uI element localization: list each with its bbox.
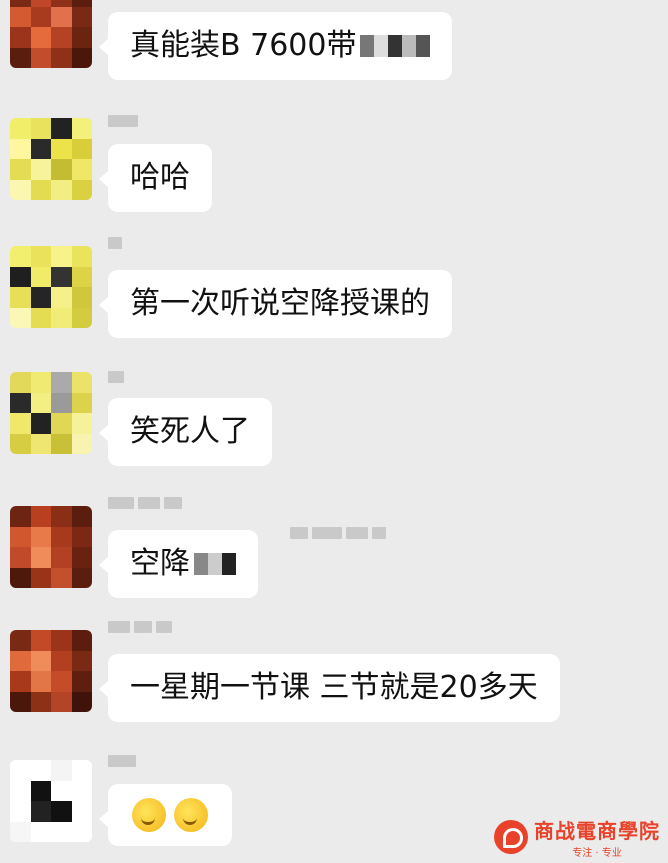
watermark-text: 商战電商學院 专注 · 专业 <box>534 815 660 859</box>
message-text: 一星期一节课 三节就是20多天 <box>130 670 538 705</box>
message-bubble[interactable]: 一星期一节课 三节就是20多天 <box>99 654 560 722</box>
sender-name-redacted <box>108 620 172 634</box>
sender-name-redacted <box>108 236 122 250</box>
smirk-emoji-icon <box>132 798 166 832</box>
message-bubble[interactable]: 空降 <box>99 530 258 598</box>
message-bubble[interactable]: 真能装B 7600带 <box>98 12 453 80</box>
message-text: 空降 <box>130 546 190 581</box>
smirk-emoji-icon <box>174 798 208 832</box>
avatar[interactable] <box>10 760 92 842</box>
avatar[interactable] <box>10 0 92 68</box>
sender-name-redacted <box>108 754 136 768</box>
avatar[interactable] <box>10 118 92 200</box>
avatar[interactable] <box>10 372 92 454</box>
message-bubble[interactable] <box>99 784 232 846</box>
brand-logo-icon <box>494 820 528 854</box>
redaction-mosaic <box>360 35 431 57</box>
message-text: 笑死人了 <box>130 414 250 449</box>
message-bubble[interactable]: 哈哈 <box>99 144 212 212</box>
watermark-logo: 商战電商學院 专注 · 专业 <box>494 815 660 859</box>
message-bubble[interactable]: 笑死人了 <box>99 398 272 466</box>
avatar[interactable] <box>10 630 92 712</box>
message-text: 第一次听说空降授课的 <box>130 286 430 321</box>
watermark-subtitle: 专注 · 专业 <box>572 848 622 859</box>
avatar[interactable] <box>10 506 92 588</box>
sender-name-redacted <box>108 370 124 384</box>
message-text: 真能装B 7600带 <box>130 28 357 63</box>
watermark-title: 商战電商學院 <box>534 819 660 843</box>
sender-name-redacted <box>108 114 138 128</box>
message-text: 哈哈 <box>130 160 190 195</box>
message-bubble[interactable]: 第一次听说空降授课的 <box>99 270 452 338</box>
avatar[interactable] <box>10 246 92 328</box>
quoted-name-redacted <box>290 526 386 540</box>
redaction-mosaic <box>194 553 236 575</box>
sender-name-redacted <box>108 496 182 510</box>
